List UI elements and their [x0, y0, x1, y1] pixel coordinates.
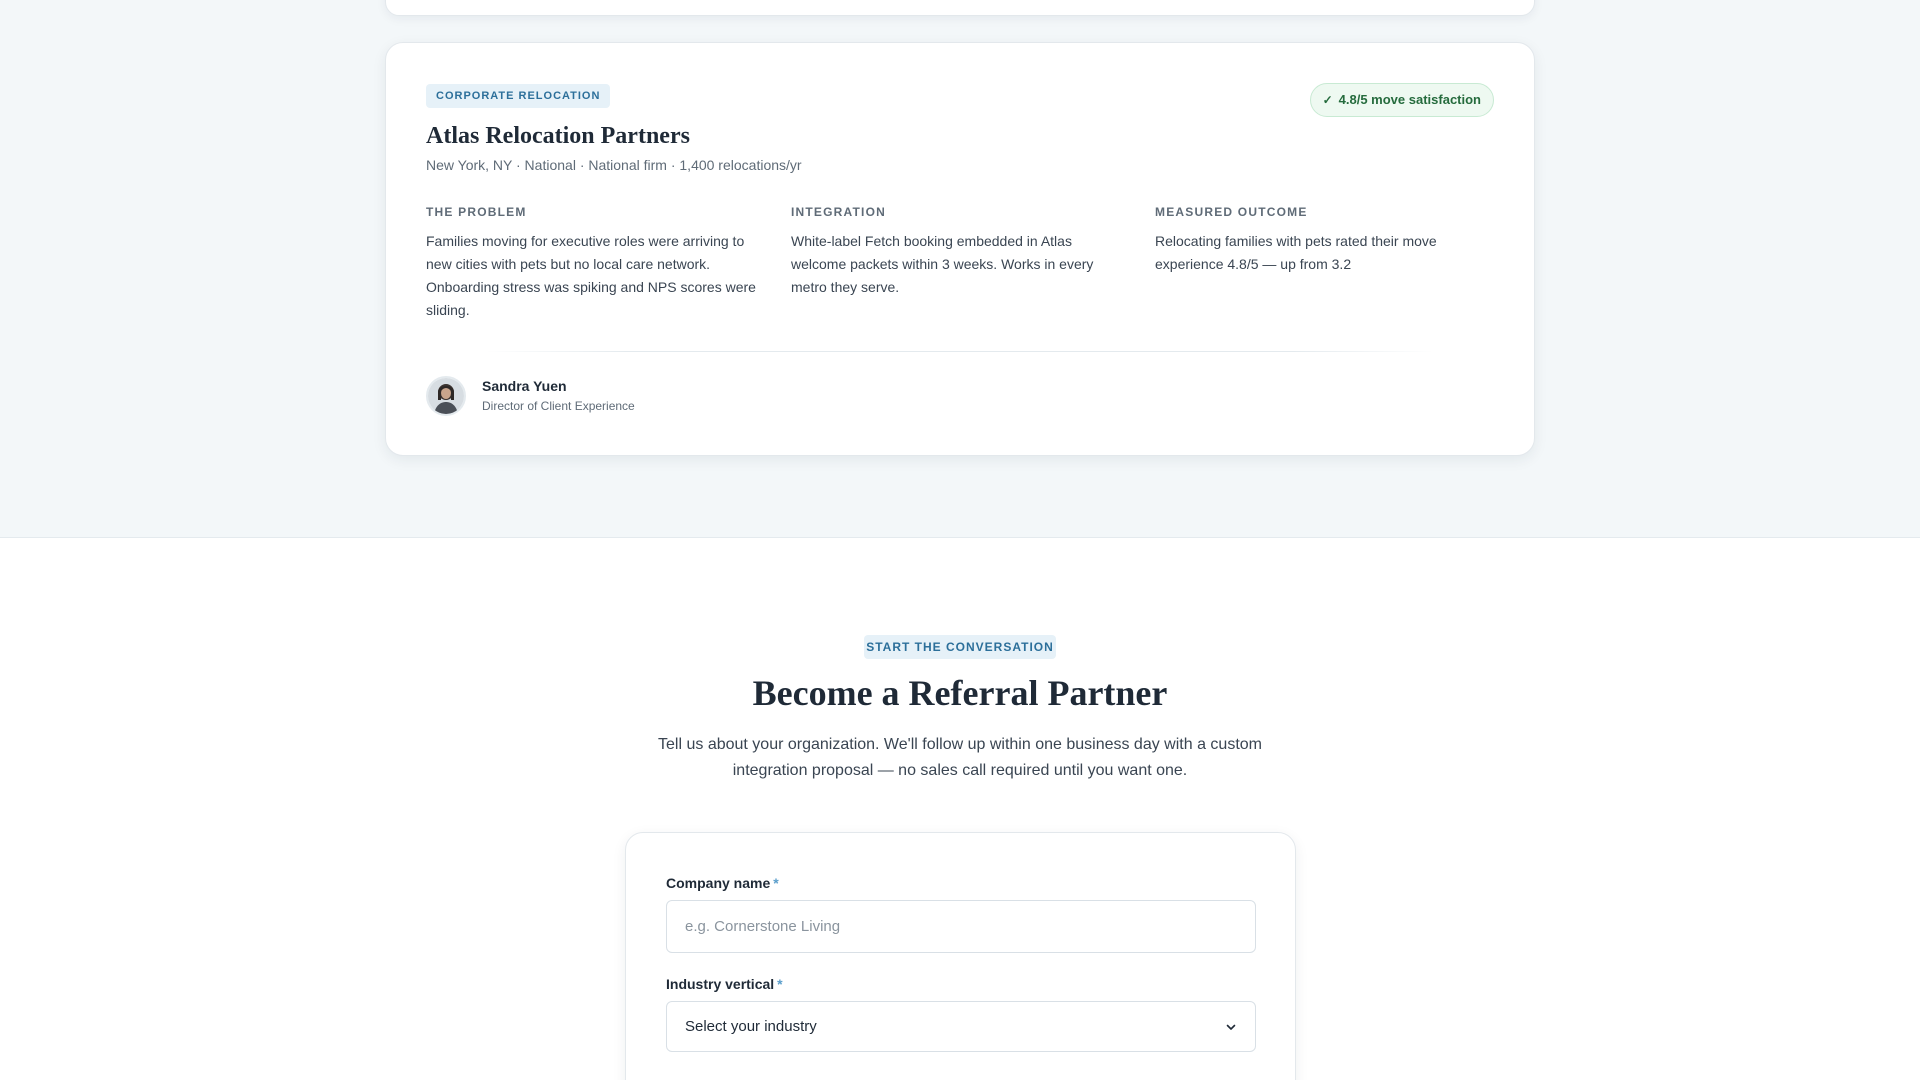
- problem-text: Families moving for executive roles were…: [426, 233, 756, 318]
- person-role: Director of Client Experience: [482, 399, 635, 413]
- integration-column: INTEGRATION White-label Fetch booking em…: [791, 205, 1131, 299]
- satisfaction-badge-label: 4.8/5 move satisfaction: [1338, 92, 1481, 107]
- cta-title: Become a Referral Partner: [752, 673, 1168, 713]
- company-name-input[interactable]: [666, 900, 1256, 953]
- outcome-heading: MEASURED OUTCOME: [1155, 205, 1308, 219]
- company-name-label: Company name *: [666, 875, 779, 891]
- problem-heading: THE PROBLEM: [426, 205, 527, 219]
- case-studies-section: CORPORATE RELOCATION ✓ 4.8/5 move satisf…: [0, 0, 1920, 538]
- company-title: Atlas Relocation Partners: [426, 123, 690, 149]
- integration-text: White-label Fetch booking embedded in At…: [791, 233, 1094, 295]
- previous-case-card: [385, 0, 1535, 16]
- case-study-card: CORPORATE RELOCATION ✓ 4.8/5 move satisf…: [385, 42, 1535, 456]
- outcome-column: MEASURED OUTCOME Relocating families wit…: [1155, 205, 1455, 276]
- chevron-down-icon: [1226, 1024, 1236, 1030]
- satisfaction-badge: ✓ 4.8/5 move satisfaction: [1309, 83, 1494, 117]
- company-name-label-text: Company name: [666, 875, 771, 891]
- integration-heading: INTEGRATION: [791, 205, 886, 219]
- category-tag: CORPORATE RELOCATION: [426, 84, 611, 108]
- industry-label: Industry vertical *: [666, 976, 783, 992]
- industry-select-value: Select your industry: [685, 1018, 817, 1035]
- cta-tag: START THE CONVERSATION: [864, 635, 1056, 659]
- avatar: [426, 376, 466, 416]
- industry-label-text: Industry vertical: [666, 976, 775, 992]
- required-mark: *: [773, 875, 779, 891]
- problem-column: THE PROBLEM Families moving for executiv…: [426, 205, 766, 322]
- referral-form: Company name* Industry vertical* Select …: [625, 832, 1296, 1080]
- cta-description: Tell us about your organization. We'll f…: [658, 736, 1262, 779]
- referral-section: START THE CONVERSATION Become a Referral…: [0, 538, 1920, 1080]
- company-meta: New York, NY · National · National firm …: [426, 157, 802, 173]
- divider: [486, 351, 1434, 352]
- industry-select[interactable]: Select your industry: [666, 1001, 1256, 1052]
- person-name: Sandra Yuen: [482, 378, 567, 394]
- required-mark: *: [777, 976, 783, 992]
- outcome-text: Relocating families with pets rated thei…: [1155, 233, 1437, 272]
- check-icon: ✓: [1322, 93, 1333, 107]
